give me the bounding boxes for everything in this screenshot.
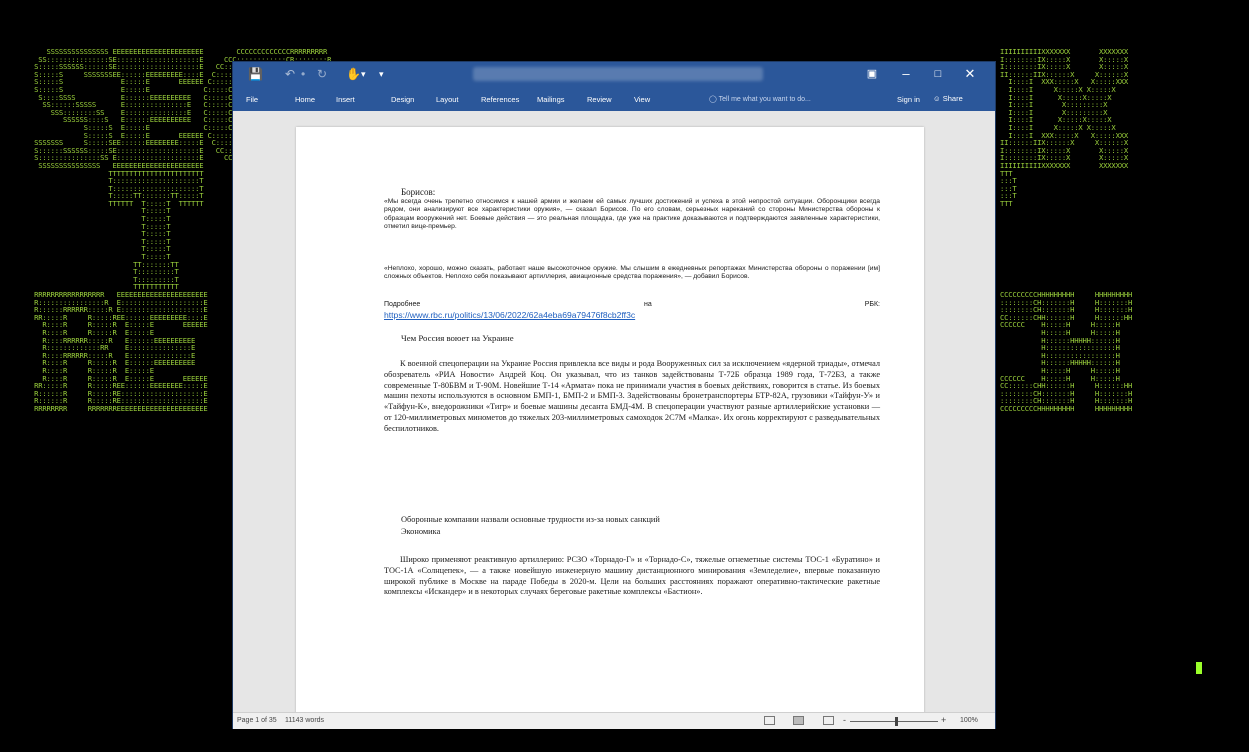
tab-design[interactable]: Design — [391, 95, 414, 104]
more-source: РБК: — [864, 301, 880, 308]
quote-paragraph-2: «Неплохо, хорошо, можно сказать, работае… — [384, 265, 880, 281]
print-layout-icon[interactable] — [793, 716, 804, 725]
web-layout-icon[interactable] — [823, 716, 834, 725]
tab-insert[interactable]: Insert — [336, 95, 355, 104]
ascii-art-right: IIIIIIIIIIXXXXXXX XXXXXXX I::::::::IX:::… — [1000, 47, 1133, 413]
tell-me-box[interactable]: ◯ Tell me what you want to do... — [709, 95, 811, 103]
zoom-level[interactable]: 100% — [960, 717, 978, 724]
status-bar: Page 1 of 35 11143 words - + 100% — [233, 712, 995, 729]
terminal-cursor — [1196, 662, 1202, 674]
lightbulb-icon: ◯ — [709, 96, 719, 103]
undo-icon[interactable]: ↶ — [285, 66, 295, 82]
zoom-slider-thumb[interactable] — [895, 717, 898, 726]
share-button[interactable]: ☺ Share — [933, 94, 963, 103]
tab-mailings[interactable]: Mailings — [537, 95, 565, 104]
related-category: Экономика — [401, 527, 441, 536]
dropdown-icon[interactable]: • — [301, 66, 305, 82]
customize-icon[interactable]: ▾ — [379, 66, 384, 82]
document-page[interactable]: Борисов: «Мы всегда очень трепетно относ… — [296, 127, 924, 712]
ribbon-options-icon[interactable]: ▣ — [857, 64, 887, 84]
source-link[interactable]: https://www.rbc.ru/politics/13/06/2022/6… — [384, 310, 635, 320]
read-mode-icon[interactable] — [764, 716, 775, 725]
minimize-button[interactable]: – — [891, 64, 921, 84]
more-label: Подробнее — [384, 301, 421, 308]
body-paragraph-1: К военной спецоперации на Украине Россия… — [384, 359, 880, 433]
more-line: Подробнее на РБК: — [384, 301, 880, 309]
tab-layout[interactable]: Layout — [436, 95, 459, 104]
document-title — [473, 67, 763, 81]
speaker-label: Борисов: — [401, 187, 436, 197]
body-paragraph-2: Широко применяют реактивную артиллерию: … — [384, 555, 880, 597]
close-button[interactable]: ✕ — [955, 64, 985, 84]
related-headline: Оборонные компании назвали основные труд… — [401, 515, 660, 524]
zoom-slider[interactable] — [850, 721, 938, 722]
word-window: 💾 ↶ • ↻ ✋ ▾ ▾ ▣ – □ ✕ File Home Insert D… — [233, 62, 995, 729]
quick-access-dropdown-icon[interactable]: ▾ — [361, 66, 366, 82]
more-on: на — [644, 301, 652, 308]
touch-mode-icon[interactable]: ✋ — [346, 66, 361, 82]
word-count[interactable]: 11143 words — [285, 717, 324, 724]
page-count[interactable]: Page 1 of 35 — [237, 717, 277, 724]
title-bar: 💾 ↶ • ↻ ✋ ▾ ▾ ▣ – □ ✕ — [233, 62, 995, 87]
tab-review[interactable]: Review — [587, 95, 612, 104]
person-icon: ☺ — [933, 94, 943, 103]
maximize-button[interactable]: □ — [923, 64, 953, 84]
save-icon[interactable]: 💾 — [248, 66, 263, 82]
redo-icon[interactable]: ↻ — [317, 66, 327, 82]
tab-home[interactable]: Home — [295, 95, 315, 104]
heading-war: Чем Россия воюет на Украине — [401, 333, 514, 343]
document-canvas[interactable]: Борисов: «Мы всегда очень трепетно относ… — [233, 111, 995, 712]
sign-in-link[interactable]: Sign in — [897, 95, 920, 104]
top-strip — [0, 0, 1249, 6]
quote-paragraph-1: «Мы всегда очень трепетно относимся к на… — [384, 198, 880, 231]
zoom-out-button[interactable]: - — [843, 715, 846, 725]
tab-references[interactable]: References — [481, 95, 519, 104]
ribbon-tabs: File Home Insert Design Layout Reference… — [233, 87, 995, 111]
tab-view[interactable]: View — [634, 95, 650, 104]
tab-file[interactable]: File — [246, 95, 258, 104]
zoom-in-button[interactable]: + — [941, 715, 946, 725]
